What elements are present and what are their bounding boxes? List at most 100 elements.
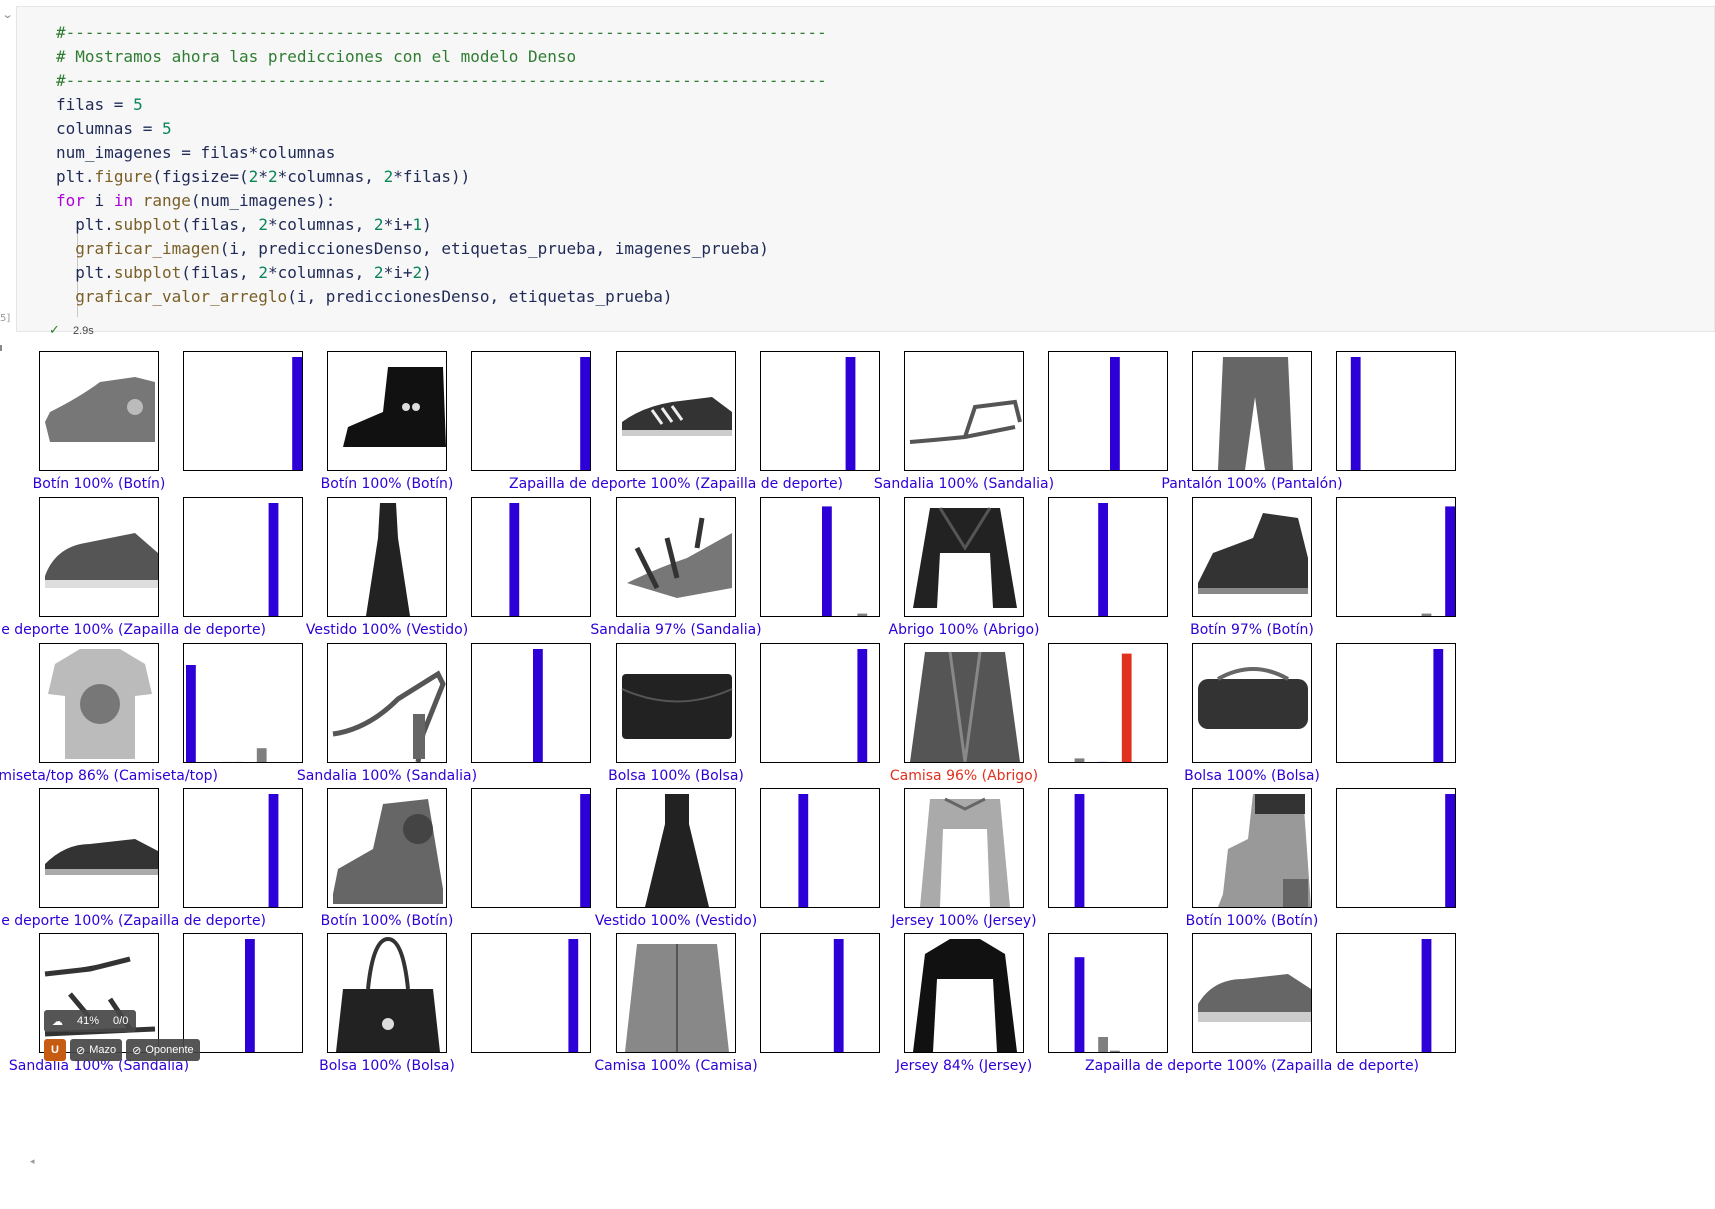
code-token: for bbox=[56, 191, 85, 210]
probability-bar bbox=[568, 939, 579, 1052]
probability-bar bbox=[1110, 1050, 1120, 1052]
code-line: num_imagenes = filas*columnas bbox=[56, 141, 827, 165]
probability-chart bbox=[1336, 933, 1456, 1053]
prediction-caption: Camiseta/top 86% (Camiseta/top) bbox=[0, 768, 218, 784]
code-line: #---------------------------------------… bbox=[56, 69, 827, 93]
probability-bar bbox=[1433, 649, 1444, 762]
code-token: (i, prediccionesDenso, etiquetas_prueba,… bbox=[219, 239, 769, 258]
prediction-image bbox=[327, 351, 447, 471]
code-token: 2 bbox=[383, 167, 394, 186]
probability-bar bbox=[1445, 506, 1455, 616]
code-token: figure bbox=[94, 167, 153, 186]
code-token: *columnas, bbox=[267, 215, 374, 234]
prediction-caption: Sandalia 100% (Sandalia) bbox=[296, 768, 478, 784]
prediction-image bbox=[904, 643, 1024, 763]
code-line: for i in range(num_imagenes): bbox=[56, 189, 827, 213]
probability-chart bbox=[1048, 643, 1168, 763]
code-token: 5 bbox=[161, 119, 172, 138]
probability-bar bbox=[1098, 1037, 1108, 1052]
code-line: #---------------------------------------… bbox=[56, 21, 827, 45]
probability-chart bbox=[760, 351, 880, 471]
probability-chart bbox=[183, 933, 303, 1053]
code-token: #---------------------------------------… bbox=[56, 71, 827, 90]
code-editor[interactable]: #---------------------------------------… bbox=[56, 21, 827, 309]
overlay-u-button[interactable]: U bbox=[44, 1039, 66, 1061]
cell-gutter: ⌄ 5] bbox=[0, 0, 16, 332]
overlay-percent: 41% bbox=[77, 1015, 100, 1027]
probability-chart bbox=[471, 351, 591, 471]
prediction-caption: Bolsa 100% (Bolsa) bbox=[608, 768, 744, 784]
code-token: 2 bbox=[258, 215, 268, 234]
probability-chart bbox=[471, 788, 591, 908]
code-line: columnas = 5 bbox=[56, 117, 827, 141]
prediction-image bbox=[904, 497, 1024, 617]
prediction-image bbox=[616, 788, 736, 908]
prediction-image bbox=[327, 788, 447, 908]
output-figure: Botín 100% (Botín) Botín 100% (Botín) Zapa… bbox=[0, 340, 1715, 1180]
code-cell[interactable]: #---------------------------------------… bbox=[16, 6, 1715, 337]
probability-chart bbox=[1336, 788, 1456, 908]
chevron-down-icon[interactable]: ⌄ bbox=[2, 8, 14, 21]
oponente-label: Oponente bbox=[145, 1044, 194, 1056]
prediction-caption: Botín 100% (Botín) bbox=[1185, 913, 1319, 929]
code-token: plt bbox=[56, 215, 105, 234]
code-token: graficar_imagen bbox=[56, 239, 220, 258]
prediction-image bbox=[327, 497, 447, 617]
probability-chart bbox=[471, 643, 591, 763]
prediction-caption: Botín 100% (Botín) bbox=[320, 913, 454, 929]
prediction-caption: Bolsa 100% (Bolsa) bbox=[1184, 768, 1320, 784]
probability-bar bbox=[292, 357, 302, 470]
probability-chart bbox=[760, 933, 880, 1053]
probability-chart bbox=[1048, 351, 1168, 471]
prediction-image bbox=[904, 351, 1024, 471]
oponente-button[interactable]: ⊘ Oponente bbox=[126, 1039, 200, 1061]
probability-chart bbox=[1048, 497, 1168, 617]
prediction-caption: Sandalia 97% (Sandalia) bbox=[590, 622, 762, 638]
code-token: #---------------------------------------… bbox=[56, 23, 827, 42]
probability-bar bbox=[845, 357, 856, 470]
prediction-caption: Jersey 100% (Jersey) bbox=[891, 913, 1037, 929]
prediction-caption: Botín 97% (Botín) bbox=[1190, 622, 1314, 638]
prediction-image bbox=[39, 933, 159, 1053]
cloud-icon: ☁ bbox=[52, 1015, 63, 1028]
prediction-caption: Vestido 100% (Vestido) bbox=[305, 622, 469, 638]
prediction-caption: Pantalón 100% (Pantalón) bbox=[1161, 476, 1343, 492]
prediction-caption: Sandalia 100% (Sandalia) bbox=[873, 476, 1055, 492]
code-line: # Mostramos ahora las predicciones con e… bbox=[56, 45, 827, 69]
probability-bar bbox=[256, 748, 267, 762]
probability-chart bbox=[183, 788, 303, 908]
probability-bar bbox=[822, 506, 832, 616]
code-token: 1 bbox=[412, 215, 423, 234]
prediction-caption: Vestido 100% (Vestido) bbox=[594, 913, 758, 929]
eye-off-icon: ⊘ bbox=[76, 1044, 86, 1057]
probability-chart bbox=[1336, 497, 1456, 617]
overlay-score: 0/0 bbox=[113, 1015, 129, 1027]
prediction-image bbox=[39, 788, 159, 908]
mazo-button[interactable]: ⊘ Mazo bbox=[70, 1039, 123, 1061]
overlay-stats-badge: ☁ 41% 0/0 bbox=[44, 1010, 137, 1032]
prediction-image bbox=[1192, 643, 1312, 763]
probability-chart bbox=[183, 643, 303, 763]
code-token: subplot bbox=[113, 263, 182, 282]
probability-bar bbox=[798, 794, 809, 907]
probability-bar bbox=[533, 649, 543, 762]
code-token: . bbox=[84, 167, 95, 186]
code-token: num_imagenes bbox=[56, 143, 172, 162]
probability-chart bbox=[471, 497, 591, 617]
probability-bar bbox=[580, 357, 590, 470]
probability-chart bbox=[183, 351, 303, 471]
code-token: 5 bbox=[133, 95, 143, 114]
overlay-toolbar: U ⊘ Mazo ⊘ Oponente bbox=[44, 1039, 200, 1061]
probability-bar bbox=[268, 794, 279, 907]
probability-bar bbox=[186, 665, 196, 762]
scroll-left-icon[interactable]: ◂ bbox=[30, 1157, 35, 1167]
code-token: * bbox=[258, 167, 268, 186]
code-token: (num_imagenes): bbox=[190, 191, 336, 210]
cell-status: ✓ 2.9s bbox=[49, 322, 94, 338]
probability-chart bbox=[1336, 351, 1456, 471]
prediction-image bbox=[39, 497, 159, 617]
code-token: (filas, bbox=[181, 263, 259, 282]
prediction-caption: Botín 100% (Botín) bbox=[32, 476, 166, 492]
probability-chart bbox=[760, 497, 880, 617]
